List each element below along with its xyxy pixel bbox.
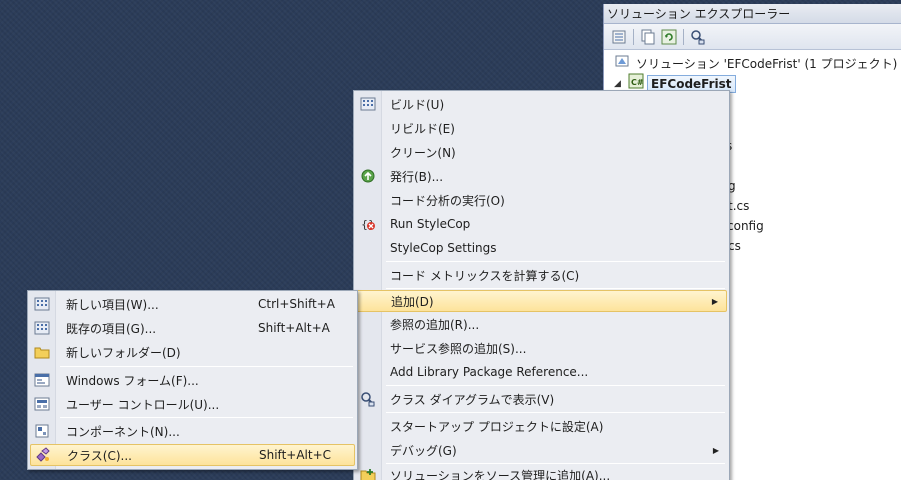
menu-separator	[60, 366, 353, 367]
publish-icon	[356, 165, 380, 187]
menu-item-code-analysis[interactable]: コード分析の実行(O)	[356, 189, 727, 211]
solution-tree: ソリューション 'EFCodeFrist' (1 プロジェクト) ◢ C# EF…	[604, 50, 901, 253]
menu-item-stylecop-settings[interactable]: StyleCop Settings	[356, 237, 727, 259]
menu-separator	[386, 288, 725, 289]
menu-item-set-startup[interactable]: スタートアップ プロジェクトに設定(A)	[356, 415, 727, 437]
windows-form-icon	[30, 369, 54, 391]
menu-item-label: 新しいフォルダー(D)	[66, 345, 181, 360]
menu-item-label: StyleCop Settings	[390, 241, 497, 255]
menu-item-label: スタートアップ プロジェクトに設定(A)	[390, 419, 604, 434]
properties-icon[interactable]	[610, 28, 628, 46]
submenu-item-class[interactable]: クラス(C)... Shift+Alt+C	[30, 444, 355, 466]
menu-item-label: コンポーネント(N)...	[66, 424, 180, 439]
class-icon	[31, 444, 55, 466]
menu-item-shortcut: Shift+Alt+A	[258, 321, 330, 335]
submenu-item-user-control[interactable]: ユーザー コントロール(U)...	[30, 393, 355, 415]
toolbar-separator	[683, 28, 684, 45]
menu-item-label: 追加(D)	[391, 294, 434, 309]
menu-item-label: Add Library Package Reference...	[390, 365, 589, 379]
menu-item-view-class-diagram[interactable]: クラス ダイアグラムで表示(V)	[356, 388, 727, 410]
menu-separator	[386, 261, 725, 262]
build-icon	[356, 93, 380, 115]
submenu-arrow-icon: ▶	[712, 445, 719, 455]
class-diagram-icon[interactable]	[689, 28, 707, 46]
new-item-icon	[30, 293, 54, 315]
menu-item-label: 参照の追加(R)...	[390, 317, 480, 332]
folder-icon	[30, 341, 54, 363]
menu-item-label: 新しい項目(W)...	[66, 297, 159, 312]
menu-item-label: 発行(B)...	[390, 169, 444, 184]
submenu-item-component[interactable]: コンポーネント(N)...	[30, 420, 355, 442]
tree-item-fragment: config	[727, 219, 764, 233]
menu-separator	[386, 412, 725, 413]
menu-item-label: デバッグ(G)	[390, 443, 457, 458]
stylecop-icon: {}	[356, 213, 380, 235]
menu-separator	[386, 385, 725, 386]
menu-item-label: Run StyleCop	[390, 217, 471, 231]
source-control-icon	[356, 464, 380, 480]
menu-item-label: ソリューションをソース管理に追加(A)...	[390, 468, 611, 480]
menu-item-label: コード分析の実行(O)	[390, 193, 505, 208]
menu-item-label: 既存の項目(G)...	[66, 321, 157, 336]
menu-item-add-reference[interactable]: 参照の追加(R)...	[356, 313, 727, 335]
menu-item-label: コード メトリックスを計算する(C)	[390, 268, 580, 283]
menu-separator	[60, 417, 353, 418]
menu-item-label: クラス ダイアグラムで表示(V)	[390, 392, 555, 407]
existing-item-icon	[30, 317, 54, 339]
menu-item-rebuild[interactable]: リビルド(E)	[356, 117, 727, 139]
menu-item-run-stylecop[interactable]: {} Run StyleCop	[356, 213, 727, 235]
menu-item-shortcut: Shift+Alt+C	[259, 448, 332, 462]
menu-item-debug[interactable]: デバッグ(G) ▶	[356, 439, 727, 461]
user-control-icon	[30, 393, 54, 415]
show-all-files-icon[interactable]	[639, 28, 657, 46]
project-context-menu: ビルド(U) リビルド(E) クリーン(N) 発行(B)... コード分析の実行…	[353, 90, 730, 480]
menu-item-add-service-reference[interactable]: サービス参照の追加(S)...	[356, 337, 727, 359]
menu-item-label: Windows フォーム(F)...	[66, 373, 199, 388]
menu-item-publish[interactable]: 発行(B)...	[356, 165, 727, 187]
menu-item-code-metrics[interactable]: コード メトリックスを計算する(C)	[356, 264, 727, 286]
menu-item-label: クリーン(N)	[390, 145, 456, 160]
toolbar-separator	[633, 28, 634, 45]
solution-explorer-toolbar	[604, 24, 901, 50]
class-diagram-icon	[356, 388, 380, 410]
submenu-arrow-icon: ▶	[711, 296, 718, 306]
menu-item-add[interactable]: 追加(D) ▶	[356, 290, 727, 312]
submenu-item-windows-form[interactable]: Windows フォーム(F)...	[30, 369, 355, 391]
submenu-item-new-folder[interactable]: 新しいフォルダー(D)	[30, 341, 355, 363]
menu-item-label: リビルド(E)	[390, 121, 455, 136]
menu-item-label: ビルド(U)	[390, 97, 445, 112]
solution-icon	[614, 53, 630, 75]
menu-item-clean[interactable]: クリーン(N)	[356, 141, 727, 163]
menu-item-label: ユーザー コントロール(U)...	[66, 397, 220, 412]
submenu-item-new-item[interactable]: 新しい項目(W)... Ctrl+Shift+A	[30, 293, 355, 315]
menu-item-add-library-package[interactable]: Add Library Package Reference...	[356, 361, 727, 383]
svg-text:C#: C#	[631, 78, 644, 87]
menu-item-shortcut: Ctrl+Shift+A	[258, 297, 335, 311]
menu-item-build[interactable]: ビルド(U)	[356, 93, 727, 115]
component-icon	[30, 420, 54, 442]
menu-item-label: クラス(C)...	[67, 448, 132, 463]
solution-node[interactable]: ソリューション 'EFCodeFrist' (1 プロジェクト)	[614, 54, 897, 74]
solution-label: ソリューション 'EFCodeFrist' (1 プロジェクト)	[636, 57, 898, 71]
add-submenu: 新しい項目(W)... Ctrl+Shift+A 既存の項目(G)... Shi…	[27, 290, 358, 470]
solution-explorer-title: ソリューション エクスプローラー	[604, 4, 901, 24]
menu-item-add-to-source-control[interactable]: ソリューションをソース管理に追加(A)...	[356, 464, 727, 480]
menu-item-label: サービス参照の追加(S)...	[390, 341, 527, 356]
refresh-icon[interactable]	[660, 28, 678, 46]
submenu-item-existing-item[interactable]: 既存の項目(G)... Shift+Alt+A	[30, 317, 355, 339]
tree-item-fragment: t.cs	[728, 199, 750, 213]
